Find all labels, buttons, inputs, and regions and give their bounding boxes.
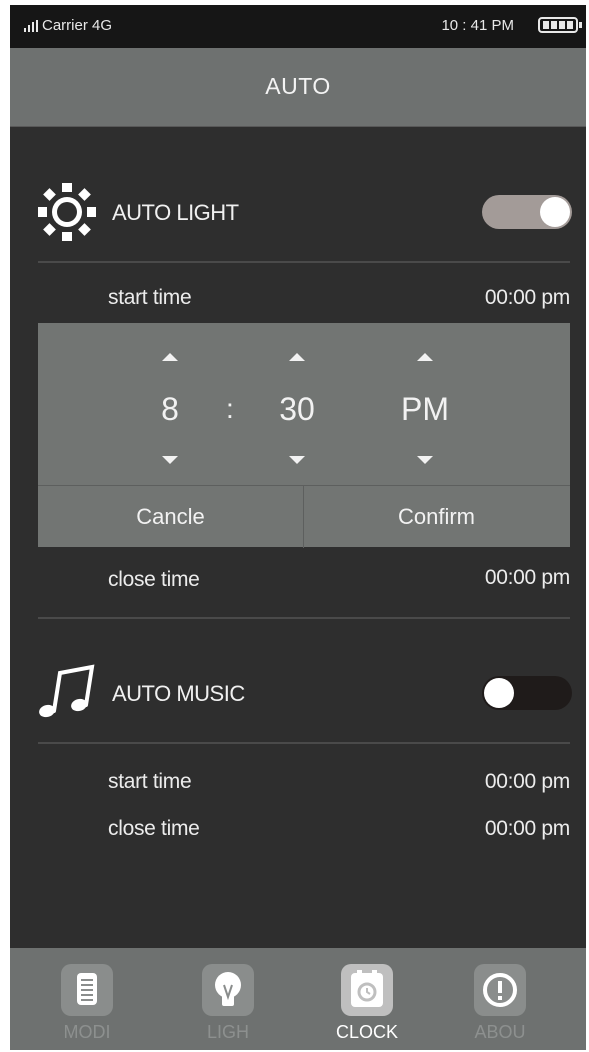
divider: [38, 742, 570, 744]
status-bar: Carrier 4G 10 : 41 PM: [10, 5, 586, 48]
hour-column[interactable]: 8: [125, 323, 215, 485]
auto-light-toggle[interactable]: [482, 195, 572, 229]
ampm-value: PM: [401, 391, 449, 427]
picker-buttons: Cancle Confirm: [38, 485, 570, 548]
tab-bar: MODI LIGH CLOCK ABOU: [10, 948, 586, 1050]
light-close-time-value[interactable]: 00:00 pm: [485, 566, 570, 590]
toggle-knob: [540, 197, 570, 227]
music-start-time-label: start time: [108, 770, 192, 793]
time-picker: 8 : 30 PM Cancle Confirm: [38, 323, 570, 548]
ampm-up-arrow-icon[interactable]: [417, 353, 433, 361]
tab-modi[interactable]: MODI: [32, 948, 142, 1050]
document-icon: [61, 964, 113, 1016]
music-note-icon: [39, 664, 95, 718]
light-start-time-label: start time: [108, 286, 192, 309]
hour-up-arrow-icon[interactable]: [162, 353, 178, 361]
light-start-time-value[interactable]: 00:00 pm: [485, 286, 570, 310]
divider: [38, 617, 570, 619]
page-title: AUTO: [265, 73, 331, 99]
app-screen: Carrier 4G 10 : 41 PM AUTO AUTO LIGHT st…: [10, 5, 586, 1050]
tab-ligh[interactable]: LIGH: [173, 948, 283, 1050]
ampm-down-arrow-icon[interactable]: [417, 456, 433, 464]
minute-down-arrow-icon[interactable]: [289, 456, 305, 464]
auto-light-label: AUTO LIGHT: [112, 200, 239, 225]
auto-music-label: AUTO MUSIC: [112, 681, 245, 706]
hour-value: 8: [161, 391, 179, 427]
divider: [38, 261, 570, 263]
confirm-button[interactable]: Confirm: [304, 486, 569, 548]
tab-label: CLOCK: [335, 1022, 398, 1042]
tab-label: LIGH: [206, 1022, 249, 1042]
light-close-time-label: close time: [108, 568, 200, 591]
tab-label: ABOU: [474, 1022, 526, 1042]
minute-up-arrow-icon[interactable]: [289, 353, 305, 361]
minute-value: 30: [279, 391, 315, 427]
auto-music-toggle[interactable]: [482, 676, 572, 710]
music-start-time-value[interactable]: 00:00 pm: [485, 770, 570, 794]
signal-icon: [24, 20, 38, 32]
time-separator: :: [226, 393, 234, 424]
music-close-time-value[interactable]: 00:00 pm: [485, 817, 570, 841]
battery-icon: [538, 17, 582, 33]
tab-label: MODI: [63, 1022, 111, 1042]
info-icon: [474, 964, 526, 1016]
status-time: 10 : 41 PM: [441, 17, 514, 34]
tab-abou[interactable]: ABOU: [445, 948, 555, 1050]
clock-icon: [341, 964, 393, 1016]
sun-icon: [38, 183, 96, 241]
title-bar: AUTO: [10, 48, 586, 127]
cancel-button[interactable]: Cancle: [38, 486, 304, 548]
tab-clock[interactable]: CLOCK: [312, 948, 422, 1050]
ampm-column[interactable]: PM: [380, 323, 470, 485]
carrier-label: Carrier 4G: [42, 17, 113, 34]
bulb-icon: [202, 964, 254, 1016]
music-close-time-label: close time: [108, 817, 200, 840]
hour-down-arrow-icon[interactable]: [162, 456, 178, 464]
minute-column[interactable]: 30: [252, 323, 342, 485]
toggle-knob: [484, 678, 514, 708]
